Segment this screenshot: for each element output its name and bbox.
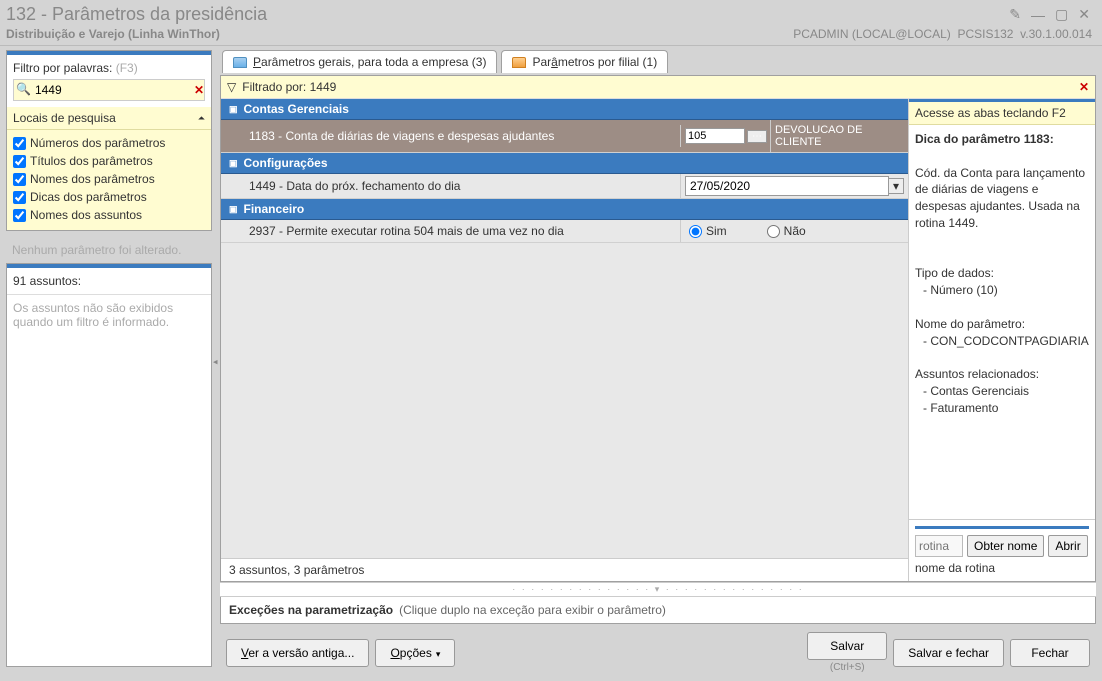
salvar-shortcut: (Ctrl+S) bbox=[830, 662, 865, 673]
collapse-icon: ▣ bbox=[229, 204, 238, 215]
side-info: Acesse as abas teclando F2 Dica do parâm… bbox=[909, 99, 1095, 581]
opcoes-button[interactable]: Opções▾ bbox=[375, 639, 455, 667]
param-1449-date[interactable] bbox=[685, 176, 889, 196]
rotina-input[interactable] bbox=[915, 535, 963, 557]
locais-check-1[interactable]: Títulos dos parâmetros bbox=[13, 152, 205, 170]
param-row-1449[interactable]: 1449 - Data do próx. fechamento do dia ▾ bbox=[221, 174, 908, 199]
folder-icon bbox=[512, 57, 526, 68]
param-1183-value[interactable] bbox=[685, 128, 745, 144]
excecoes-panel: Exceções na parametrização (Clique duplo… bbox=[220, 597, 1096, 624]
salvar-button[interactable]: Salvar bbox=[807, 632, 887, 660]
group-header-config[interactable]: ▣Configurações bbox=[221, 153, 908, 174]
horizontal-splitter[interactable]: · · · · · · · · · · · · · · · ▾ · · · · … bbox=[220, 582, 1096, 597]
locais-title: Locais de pesquisa bbox=[13, 111, 116, 125]
window-subtitle: Distribuição e Varejo (Linha WinThor) bbox=[6, 27, 220, 41]
param-2937-nao[interactable]: Não bbox=[767, 224, 806, 238]
grid-area: ▣Contas Gerenciais 1183 - Conta de diári… bbox=[221, 99, 909, 581]
funnel-icon: ▽ bbox=[227, 80, 236, 94]
group-header-financeiro[interactable]: ▣Financeiro bbox=[221, 199, 908, 220]
grid-empty-area bbox=[221, 243, 908, 558]
locais-check-3[interactable]: Dicas dos parâmetros bbox=[13, 188, 205, 206]
tab-filial[interactable]: Parâmetros por filial (1) bbox=[501, 50, 668, 73]
excecoes-title: Exceções na parametrização bbox=[229, 603, 393, 617]
locais-check-4[interactable]: Nomes dos assuntos bbox=[13, 206, 205, 224]
assuntos-title: 91 assuntos: bbox=[7, 268, 211, 295]
group-header-contas[interactable]: ▣Contas Gerenciais bbox=[221, 99, 908, 120]
abrir-button[interactable]: Abrir bbox=[1048, 535, 1087, 557]
lookup-button[interactable]: ⋯ bbox=[747, 130, 767, 143]
content-frame: ▽ Filtrado por: 1449 ✕ ▣Contas Gerenciai… bbox=[220, 75, 1096, 582]
param-2937-sim[interactable]: Sim bbox=[689, 224, 727, 238]
obter-nome-button[interactable]: Obter nome bbox=[967, 535, 1044, 557]
filter-input[interactable] bbox=[35, 83, 190, 97]
close-icon[interactable]: ✕ bbox=[1076, 6, 1092, 23]
versao-antiga-button[interactable]: Ver a versão antiga... bbox=[226, 639, 369, 667]
locais-check-0[interactable]: Números dos parâmetros bbox=[13, 134, 205, 152]
salvar-fechar-button[interactable]: Salvar e fechar bbox=[893, 639, 1004, 667]
locais-check-2[interactable]: Nomes dos parâmetros bbox=[13, 170, 205, 188]
footer: Ver a versão antiga... Opções▾ Salvar (C… bbox=[220, 624, 1096, 673]
param-row-1183[interactable]: 1183 - Conta de diárias de viagens e des… bbox=[221, 120, 908, 153]
right-content: Parâmetros gerais, para toda a empresa (… bbox=[220, 46, 1102, 677]
grid-filter-bar: ▽ Filtrado por: 1449 ✕ bbox=[221, 76, 1095, 99]
parameter-grid[interactable]: ▣Contas Gerenciais 1183 - Conta de diári… bbox=[221, 99, 908, 243]
edit-icon[interactable]: ✎ bbox=[1007, 6, 1023, 23]
collapse-icon: ▣ bbox=[229, 104, 238, 115]
assuntos-empty-msg: Os assuntos não são exibidos quando um f… bbox=[7, 295, 211, 666]
window-meta: PCADMIN (LOCAL@LOCAL) PCSIS132 v.30.1.00… bbox=[793, 27, 1092, 41]
minimize-icon[interactable]: — bbox=[1029, 7, 1047, 23]
window-controls: ✎ — ▢ ✕ bbox=[1007, 6, 1092, 23]
side-hint: Acesse as abas teclando F2 bbox=[909, 102, 1095, 125]
collapse-icon[interactable]: ⏶ bbox=[198, 113, 205, 124]
param-1183-extra: DEVOLUCAO DE CLIENTE bbox=[770, 120, 908, 152]
date-dropdown-icon[interactable]: ▾ bbox=[889, 178, 904, 194]
chevron-down-icon: ▾ bbox=[436, 649, 441, 659]
grid-status: 3 assuntos, 3 parâmetros bbox=[221, 558, 908, 581]
side-ass-hdr: Assuntos relacionados: bbox=[915, 367, 1039, 381]
param-row-2937[interactable]: 2937 - Permite executar rotina 504 mais … bbox=[221, 220, 908, 243]
search-icon: 🔍 bbox=[16, 82, 31, 98]
window-header: 132 - Parâmetros da presidência ✎ — ▢ ✕ … bbox=[0, 0, 1102, 46]
maximize-icon[interactable]: ▢ bbox=[1053, 6, 1070, 23]
clear-filter-icon[interactable]: ✕ bbox=[190, 83, 208, 97]
filter-label: Filtro por palavras: (F3) bbox=[7, 55, 211, 79]
side-tipo-hdr: Tipo de dados: bbox=[915, 266, 994, 280]
left-sidebar: Filtro por palavras: (F3) 🔍 ✕ Locais de … bbox=[0, 46, 212, 677]
rotina-name-label: nome da rotina bbox=[915, 561, 1089, 575]
tabs-bar: Parâmetros gerais, para toda a empresa (… bbox=[220, 50, 1096, 75]
folder-icon bbox=[233, 57, 247, 68]
assuntos-panel: 91 assuntos: Os assuntos não são exibido… bbox=[6, 263, 212, 667]
status-left: Nenhum parâmetro foi alterado. bbox=[6, 237, 212, 263]
collapse-icon: ▣ bbox=[229, 158, 238, 169]
tab-general[interactable]: Parâmetros gerais, para toda a empresa (… bbox=[222, 50, 497, 73]
side-title: Dica do parâmetro 1183: bbox=[915, 132, 1054, 146]
filter-panel: Filtro por palavras: (F3) 🔍 ✕ Locais de … bbox=[6, 50, 212, 231]
vertical-splitter[interactable] bbox=[212, 46, 220, 677]
excecoes-hint: (Clique duplo na exceção para exibir o p… bbox=[399, 603, 666, 617]
clear-grid-filter-icon[interactable]: ✕ bbox=[1079, 80, 1089, 94]
window-title: 132 - Parâmetros da presidência bbox=[6, 4, 267, 25]
fechar-button[interactable]: Fechar bbox=[1010, 639, 1090, 667]
side-description: Cód. da Conta para lançamento de diárias… bbox=[915, 166, 1085, 230]
filter-bar-label: Filtrado por: 1449 bbox=[242, 80, 336, 94]
side-nome-hdr: Nome do parâmetro: bbox=[915, 317, 1025, 331]
locais-body: Números dos parâmetros Títulos dos parâm… bbox=[7, 130, 211, 230]
